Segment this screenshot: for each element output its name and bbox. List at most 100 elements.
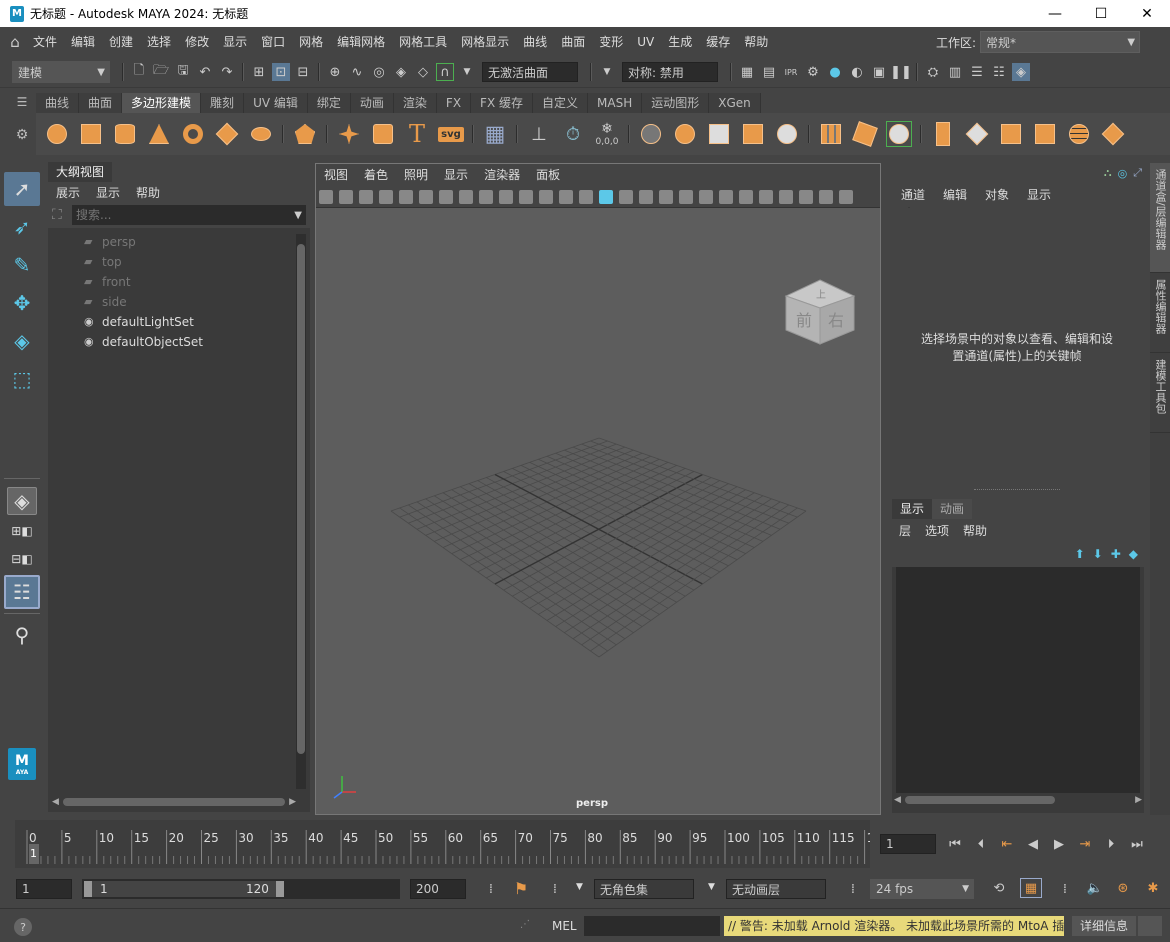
- rotate-tool-icon[interactable]: ◈: [4, 324, 40, 358]
- panel-menu-icon[interactable]: [839, 189, 853, 204]
- script-language-button[interactable]: MEL: [552, 919, 577, 933]
- modeling-toolkit-icon[interactable]: ⛭: [924, 63, 942, 81]
- shelf-menu-icon[interactable]: ☰: [8, 95, 36, 109]
- retopology-icon[interactable]: [886, 121, 912, 147]
- tool-settings-icon[interactable]: ☰: [968, 63, 986, 81]
- select-object-icon[interactable]: ⊡: [272, 63, 290, 81]
- render-settings-icon[interactable]: ⚙: [804, 63, 822, 81]
- shelf-tab[interactable]: 多边形建模: [122, 93, 202, 113]
- step-back-frame-icon[interactable]: ⏴: [972, 835, 990, 853]
- play-backwards-icon[interactable]: ◀: [1024, 835, 1042, 853]
- scroll-right-icon[interactable]: ▶: [289, 797, 296, 807]
- snap-view-icon[interactable]: ◈: [392, 63, 410, 81]
- menu-item[interactable]: 编辑: [64, 27, 102, 57]
- outliner-item[interactable]: ▰ persp: [84, 232, 310, 252]
- poly-sphere-icon[interactable]: [44, 121, 70, 147]
- side-tab[interactable]: 建模工具包: [1150, 353, 1170, 433]
- character-icon[interactable]: ✱: [1144, 879, 1162, 897]
- maximize-button[interactable]: ☐: [1078, 0, 1124, 27]
- field-chart-icon[interactable]: [519, 189, 533, 204]
- persp-outliner-layout-icon[interactable]: ⊟◧: [4, 547, 40, 571]
- freeze-transform-icon[interactable]: ❄ 0,0,0: [594, 121, 620, 147]
- use-default-material-icon[interactable]: [679, 189, 693, 204]
- platonic-solid-icon[interactable]: [292, 121, 318, 147]
- cache-playback-icon[interactable]: ▦: [1020, 878, 1042, 898]
- poly-disc-icon[interactable]: [248, 121, 274, 147]
- four-view-layout-icon[interactable]: ⊞◧: [4, 519, 40, 543]
- outliner-search-input[interactable]: [76, 208, 256, 222]
- shelf-tab[interactable]: 绑定: [307, 93, 351, 113]
- viewport-canvas[interactable]: 上 前 右 persp: [316, 208, 880, 814]
- camera-attrs-icon[interactable]: [339, 189, 353, 204]
- x-ray-icon[interactable]: [639, 189, 653, 204]
- shelf-tab[interactable]: 运动图形: [642, 93, 710, 113]
- filter-icon[interactable]: ⛶: [52, 207, 72, 223]
- lasso-tool-icon[interactable]: ➶: [4, 210, 40, 244]
- anti-alias-icon[interactable]: [759, 189, 773, 204]
- chevron-down-icon[interactable]: ▼: [708, 882, 715, 892]
- go-to-start-icon[interactable]: ⏮: [946, 835, 964, 853]
- menu-item[interactable]: 选择: [140, 27, 178, 57]
- outliner-item[interactable]: ▰ top: [84, 252, 310, 272]
- smooth-icon[interactable]: [774, 121, 800, 147]
- snap-surface-icon[interactable]: ◇: [414, 63, 432, 81]
- chevron-down-icon[interactable]: ▼: [598, 63, 616, 81]
- 2d-pan-zoom-icon[interactable]: [399, 189, 413, 204]
- menu-item[interactable]: 修改: [178, 27, 216, 57]
- select-tool-icon[interactable]: ➚: [4, 172, 40, 206]
- symmetry-field[interactable]: 对称: 禁用: [622, 62, 718, 82]
- channel-box-menu-item[interactable]: 编辑: [934, 186, 976, 203]
- menu-item[interactable]: 网格: [292, 27, 330, 57]
- splitter-handle[interactable]: [974, 489, 1060, 490]
- select-component-icon[interactable]: ⊟: [294, 63, 312, 81]
- viewport-menu-item[interactable]: 着色: [356, 164, 396, 186]
- safe-title-icon[interactable]: [559, 189, 573, 204]
- safe-action-icon[interactable]: [539, 189, 553, 204]
- light-editor-icon[interactable]: ▣: [870, 63, 888, 81]
- menu-item[interactable]: 曲面: [554, 27, 592, 57]
- layer-hscrollbar[interactable]: ◀ ▶: [892, 793, 1144, 807]
- shadows-icon[interactable]: [699, 189, 713, 204]
- new-scene-icon[interactable]: 🗋: [130, 63, 148, 81]
- boolean-difference-icon[interactable]: [740, 121, 766, 147]
- resize-grip-icon[interactable]: ⋰: [520, 919, 530, 930]
- channel-box-toggle-icon[interactable]: ⛬: [1104, 166, 1112, 180]
- details-button[interactable]: 详细信息: [1072, 916, 1136, 936]
- scroll-thumb[interactable]: [62, 798, 286, 806]
- menu-item[interactable]: 变形: [592, 27, 630, 57]
- animation-start-field[interactable]: 1: [16, 879, 72, 899]
- remesh-icon[interactable]: [852, 121, 878, 147]
- gate-mask-icon[interactable]: [499, 189, 513, 204]
- outliner-item[interactable]: ◉ defaultLightSet: [84, 312, 310, 332]
- layer-tab[interactable]: 动画: [932, 499, 973, 519]
- shelf-tab[interactable]: 动画: [350, 93, 394, 113]
- render-frame-icon[interactable]: ▤: [760, 63, 778, 81]
- move-layer-down-icon[interactable]: ⬇: [1093, 547, 1103, 561]
- channel-box-menu-item[interactable]: 通道: [892, 186, 934, 203]
- outliner-item[interactable]: ▰ front: [84, 272, 310, 292]
- paint-select-tool-icon[interactable]: ✎: [4, 248, 40, 282]
- outliner-layout-icon[interactable]: ☷: [4, 575, 40, 609]
- ipr-render-icon[interactable]: IPR: [782, 63, 800, 81]
- bookmark-icon[interactable]: [359, 189, 373, 204]
- chevron-down-icon[interactable]: ▼: [576, 882, 583, 892]
- scroll-thumb[interactable]: [297, 244, 305, 754]
- shelf-tab[interactable]: 自定义: [533, 93, 589, 113]
- playback-options-icon[interactable]: ⊛: [1114, 879, 1132, 897]
- script-editor-button[interactable]: [1138, 916, 1162, 936]
- channel-box-menu-item[interactable]: 对象: [976, 186, 1018, 203]
- select-hierarchy-icon[interactable]: ⊞: [250, 63, 268, 81]
- view-cube[interactable]: 上 前 右: [784, 279, 856, 345]
- sound-icon[interactable]: 🔈: [1086, 879, 1104, 897]
- render-setup-icon[interactable]: ◐: [848, 63, 866, 81]
- step-forward-frame-icon[interactable]: ⏵: [1102, 835, 1120, 853]
- redo-icon[interactable]: ↷: [218, 63, 236, 81]
- menu-set-select[interactable]: 建模 ▼: [12, 61, 110, 83]
- menu-item[interactable]: 帮助: [737, 27, 775, 57]
- measure-tool-icon[interactable]: ⊥: [526, 121, 552, 147]
- combine-icon[interactable]: [638, 121, 664, 147]
- resolution-gate-icon[interactable]: [479, 189, 493, 204]
- outliner-item[interactable]: ▰ side: [84, 292, 310, 312]
- scroll-left-icon[interactable]: ◀: [52, 797, 59, 807]
- maya-home-icon[interactable]: M AYA: [8, 748, 36, 780]
